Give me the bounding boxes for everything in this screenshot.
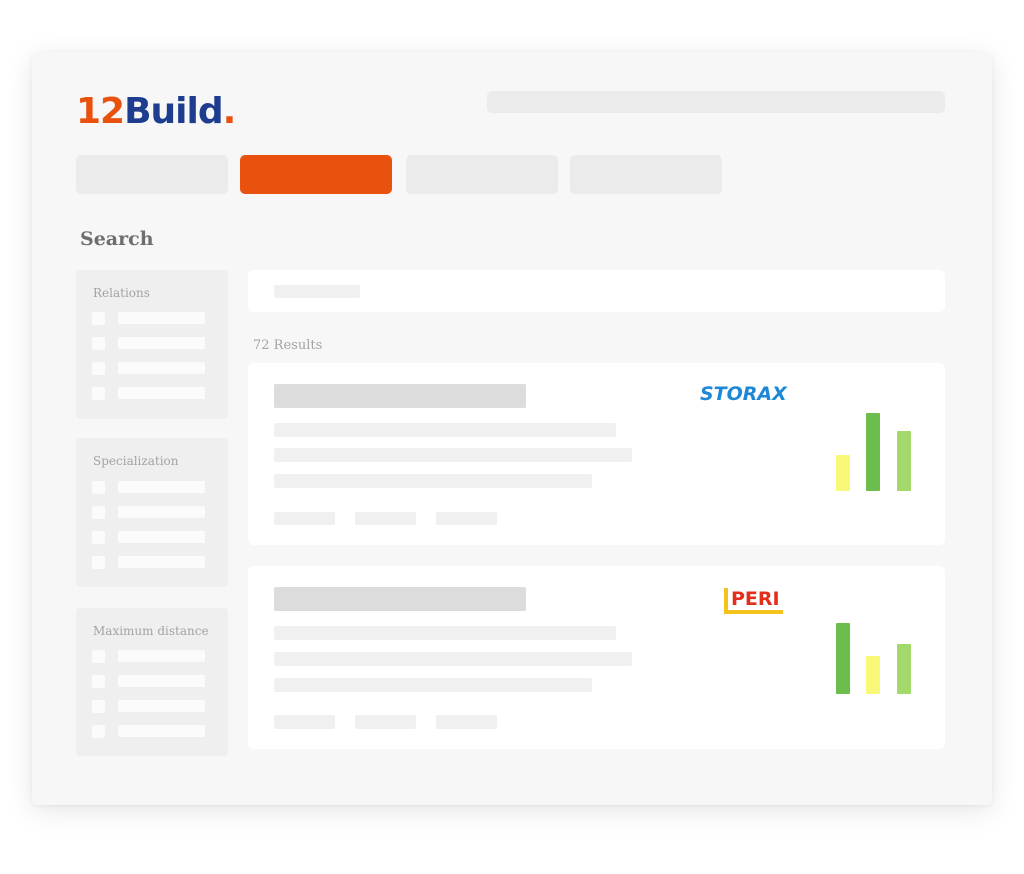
- filter-checkbox[interactable]: [92, 650, 105, 663]
- result-card[interactable]: STORAX: [248, 363, 945, 545]
- filter-checkbox[interactable]: [92, 337, 105, 350]
- nav-tab-1[interactable]: [76, 155, 228, 194]
- rating-chart: [836, 413, 916, 491]
- rating-bar: [836, 623, 850, 694]
- filter-title: Maximum distance: [93, 624, 209, 638]
- filter-checkbox[interactable]: [92, 362, 105, 375]
- filter-checkbox[interactable]: [92, 556, 105, 569]
- filter-checkbox[interactable]: [92, 481, 105, 494]
- brand-logo[interactable]: 12Build.: [76, 91, 237, 132]
- logo-dot: .: [222, 91, 237, 132]
- company-logo-storax: STORAX: [700, 383, 787, 405]
- filter-checkbox[interactable]: [92, 531, 105, 544]
- filter-option-label: [118, 387, 205, 399]
- filter-group-maximum-distance: Maximum distance: [76, 608, 228, 756]
- query-placeholder: [274, 285, 360, 298]
- result-text-line: [274, 423, 616, 437]
- filter-group-specialization: Specialization: [76, 438, 228, 587]
- company-logo-peri: PERI: [724, 588, 783, 614]
- page-title: Search: [80, 228, 154, 250]
- result-tag: [436, 715, 497, 729]
- filter-checkbox[interactable]: [92, 700, 105, 713]
- nav-tab-search-active[interactable]: [240, 155, 392, 194]
- filter-option-label: [118, 531, 205, 543]
- filter-option-label: [118, 362, 205, 374]
- rating-bar: [897, 644, 911, 694]
- global-search-input[interactable]: [487, 91, 945, 113]
- filter-option-label: [118, 675, 205, 687]
- filter-option-label: [118, 312, 205, 324]
- rating-bar: [836, 455, 850, 491]
- logo-number: 12: [76, 91, 125, 132]
- filter-group-relations: Relations: [76, 270, 228, 419]
- result-text-line: [274, 626, 616, 640]
- search-query-input[interactable]: [248, 270, 945, 312]
- result-title[interactable]: [274, 587, 526, 611]
- result-tag: [436, 512, 497, 525]
- filter-option-label: [118, 725, 205, 737]
- nav-tab-4[interactable]: [570, 155, 722, 194]
- filter-title: Specialization: [93, 454, 179, 468]
- filter-checkbox[interactable]: [92, 675, 105, 688]
- rating-bar: [897, 431, 911, 491]
- filter-option-label: [118, 506, 205, 518]
- filter-title: Relations: [93, 286, 150, 300]
- result-tag: [274, 512, 335, 525]
- results-count: 72 Results: [253, 338, 323, 353]
- rating-chart: [836, 623, 916, 694]
- filter-option-label: [118, 481, 205, 493]
- result-card[interactable]: PERI: [248, 566, 945, 749]
- filter-checkbox[interactable]: [92, 506, 105, 519]
- nav-tab-3[interactable]: [406, 155, 558, 194]
- result-tag: [355, 512, 416, 525]
- result-text-line: [274, 448, 632, 462]
- filter-checkbox[interactable]: [92, 725, 105, 738]
- filter-option-label: [118, 337, 205, 349]
- result-tag: [274, 715, 335, 729]
- filter-checkbox[interactable]: [92, 387, 105, 400]
- logo-wordmark: Build: [124, 91, 224, 132]
- rating-bar: [866, 656, 880, 694]
- filter-option-label: [118, 556, 205, 568]
- result-text-line: [274, 652, 632, 666]
- result-text-line: [274, 474, 592, 488]
- app-window: 12Build. Search Relations Specialization…: [32, 52, 992, 805]
- filter-option-label: [118, 650, 205, 662]
- result-tag: [355, 715, 416, 729]
- filter-checkbox[interactable]: [92, 312, 105, 325]
- result-title[interactable]: [274, 384, 526, 408]
- filter-option-label: [118, 700, 205, 712]
- result-text-line: [274, 678, 592, 692]
- rating-bar: [866, 413, 880, 491]
